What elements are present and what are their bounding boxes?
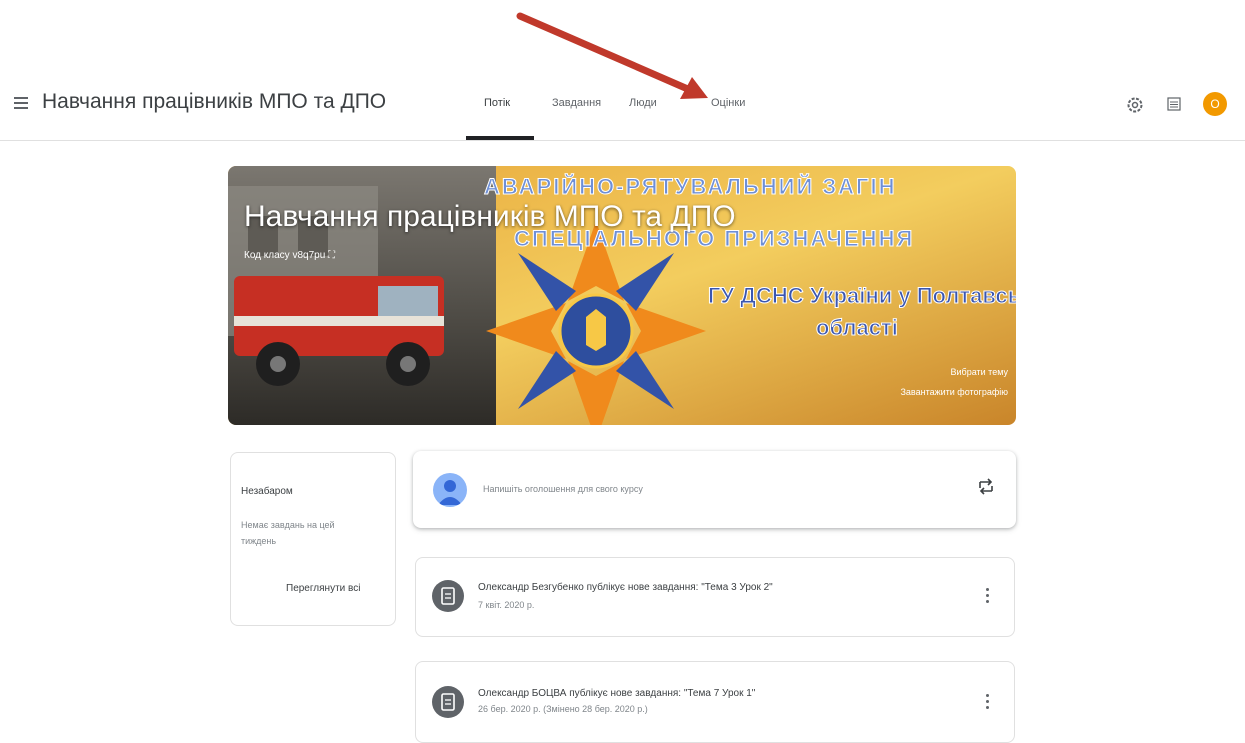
apps-icon[interactable]: [1166, 96, 1182, 112]
class-title[interactable]: Навчання працівників МПО та ДПО: [42, 90, 386, 114]
banner-image-text-1: АВАРІЙНО-РЯТУВАЛЬНИЙ ЗАГІН: [484, 174, 897, 200]
upcoming-empty-text: Немає завдань на цей тиждень: [241, 520, 335, 546]
banner-class-title: Навчання працівників МПО та ДПО: [244, 200, 736, 233]
class-code: Код класу v8q7pu ⛶: [244, 250, 335, 261]
fullscreen-icon[interactable]: ⛶: [328, 250, 335, 261]
user-avatar: [433, 473, 467, 507]
post-date: 26 бер. 2020 р. (Змінено 28 бер. 2020 р.…: [478, 704, 648, 714]
class-code-value: v8q7pu: [292, 250, 326, 261]
more-options-icon[interactable]: [983, 586, 993, 606]
active-tab-indicator: [466, 136, 534, 140]
assignment-icon: [432, 686, 464, 718]
post-title[interactable]: Олександр БОЦВА публікує нове завдання: …: [478, 688, 755, 699]
tab-grades[interactable]: Оцінки: [711, 97, 745, 109]
assignment-icon: [432, 580, 464, 612]
tab-people[interactable]: Люди: [629, 97, 657, 109]
repost-icon[interactable]: [977, 476, 995, 498]
account-avatar[interactable]: О: [1203, 92, 1227, 116]
select-theme-link[interactable]: Вибрати тему: [951, 367, 1008, 377]
post-title[interactable]: Олександр Безгубенко публікує нове завда…: [478, 582, 773, 593]
class-code-label: Код класу: [244, 250, 290, 261]
announce-placeholder[interactable]: Напишіть оголошення для свого курсу: [483, 484, 643, 494]
banner-image-text-3: ГУ ДСНС України у Полтавській: [708, 283, 1016, 309]
tab-stream[interactable]: Потік: [484, 97, 510, 109]
upload-photo-link[interactable]: Завантажити фотографію: [900, 387, 1008, 397]
more-options-icon[interactable]: [983, 692, 993, 712]
top-app-bar: Навчання працівників МПО та ДПО Потік За…: [0, 70, 1245, 141]
view-all-link[interactable]: Переглянути всі: [286, 583, 360, 594]
tab-classwork[interactable]: Завдання: [552, 97, 601, 109]
upcoming-card: Незабаром Немає завдань на цей тиждень П…: [230, 452, 396, 626]
announce-box[interactable]: Напишіть оголошення для свого курсу: [413, 451, 1016, 528]
menu-icon[interactable]: [12, 92, 34, 114]
banner-image-text-4: області: [816, 315, 899, 341]
upcoming-title: Незабаром: [241, 486, 293, 497]
post-date: 7 квіт. 2020 р.: [478, 600, 535, 610]
settings-icon[interactable]: [1126, 96, 1144, 114]
person-icon: [438, 480, 462, 505]
class-banner: АВАРІЙНО-РЯТУВАЛЬНИЙ ЗАГІН СПЕЦІАЛЬНОГО …: [228, 166, 1016, 425]
stream-post[interactable]: Олександр Безгубенко публікує нове завда…: [415, 557, 1015, 637]
